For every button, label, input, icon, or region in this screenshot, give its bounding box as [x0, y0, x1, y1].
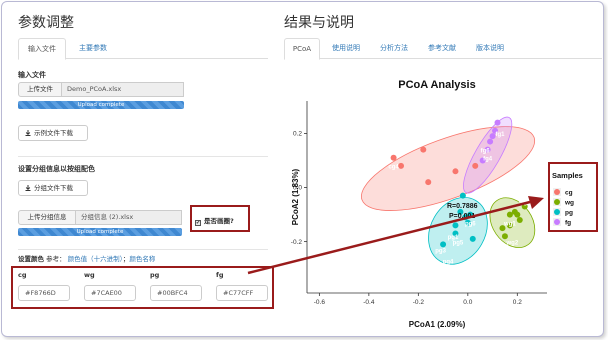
point-label-pg: pg6: [465, 221, 476, 227]
pcoa-chart: PCoA Analysis cg4wg5wg1wg2pg6pg1pg5pg3pg…: [247, 79, 598, 329]
point-label-fg: fg6: [481, 148, 491, 154]
legend-marker-wg: [554, 199, 560, 205]
x-tick-label: -0.2: [413, 299, 425, 306]
point-pg: [440, 241, 447, 248]
point-cg: [398, 162, 405, 169]
point-label-wg: wg1: [503, 221, 516, 227]
point-cg: [452, 168, 459, 175]
y-tick-label: -0.2: [291, 239, 303, 246]
point-pg: [469, 235, 476, 242]
point-cg: [390, 154, 397, 161]
point-cg: [420, 146, 427, 153]
x-axis-label: PCoA1 (2.09%): [409, 320, 466, 329]
y-tick-label: 0.2: [293, 131, 302, 138]
point-cg: [472, 162, 479, 169]
point-label-cg: cg4: [388, 165, 399, 171]
x-tick-label: 0.2: [513, 299, 522, 306]
legend-label-wg: wg: [564, 199, 574, 206]
point-label-fg: fg4: [483, 156, 493, 162]
point-wg: [516, 216, 523, 223]
point-label-wg: wg2: [506, 240, 519, 246]
point-label-fg: fg1: [495, 132, 505, 138]
point-pg: [452, 222, 459, 229]
point-fg: [494, 119, 501, 126]
legend-marker-fg: [554, 219, 560, 225]
point-wg: [501, 233, 508, 240]
legend-label-cg: cg: [565, 189, 573, 196]
point-label-pg: pg4: [443, 259, 454, 265]
legend-label-fg: fg: [565, 219, 571, 226]
point-cg: [425, 179, 432, 186]
chart-title: PCoA Analysis: [398, 79, 475, 91]
legend-marker-cg: [554, 189, 560, 195]
legend-marker-pg: [554, 209, 560, 215]
x-tick-label: -0.4: [363, 299, 375, 306]
y-axis-label: PCoA2 (1.83%): [291, 168, 300, 225]
point-label-pg: pg5: [453, 240, 464, 246]
point-fg: [487, 138, 494, 145]
stat-r-annotation: R=0.7886: [447, 203, 478, 210]
point-pg: [459, 192, 466, 199]
legend-label-pg: pg: [565, 209, 573, 216]
point-wg: [514, 211, 521, 218]
x-tick-label: -0.6: [314, 299, 326, 306]
legend-title: Samples: [552, 171, 583, 180]
point-label-pg: pg3: [435, 248, 446, 254]
x-tick-label: 0.0: [463, 299, 472, 306]
point-label-fg: fg3: [488, 113, 498, 119]
